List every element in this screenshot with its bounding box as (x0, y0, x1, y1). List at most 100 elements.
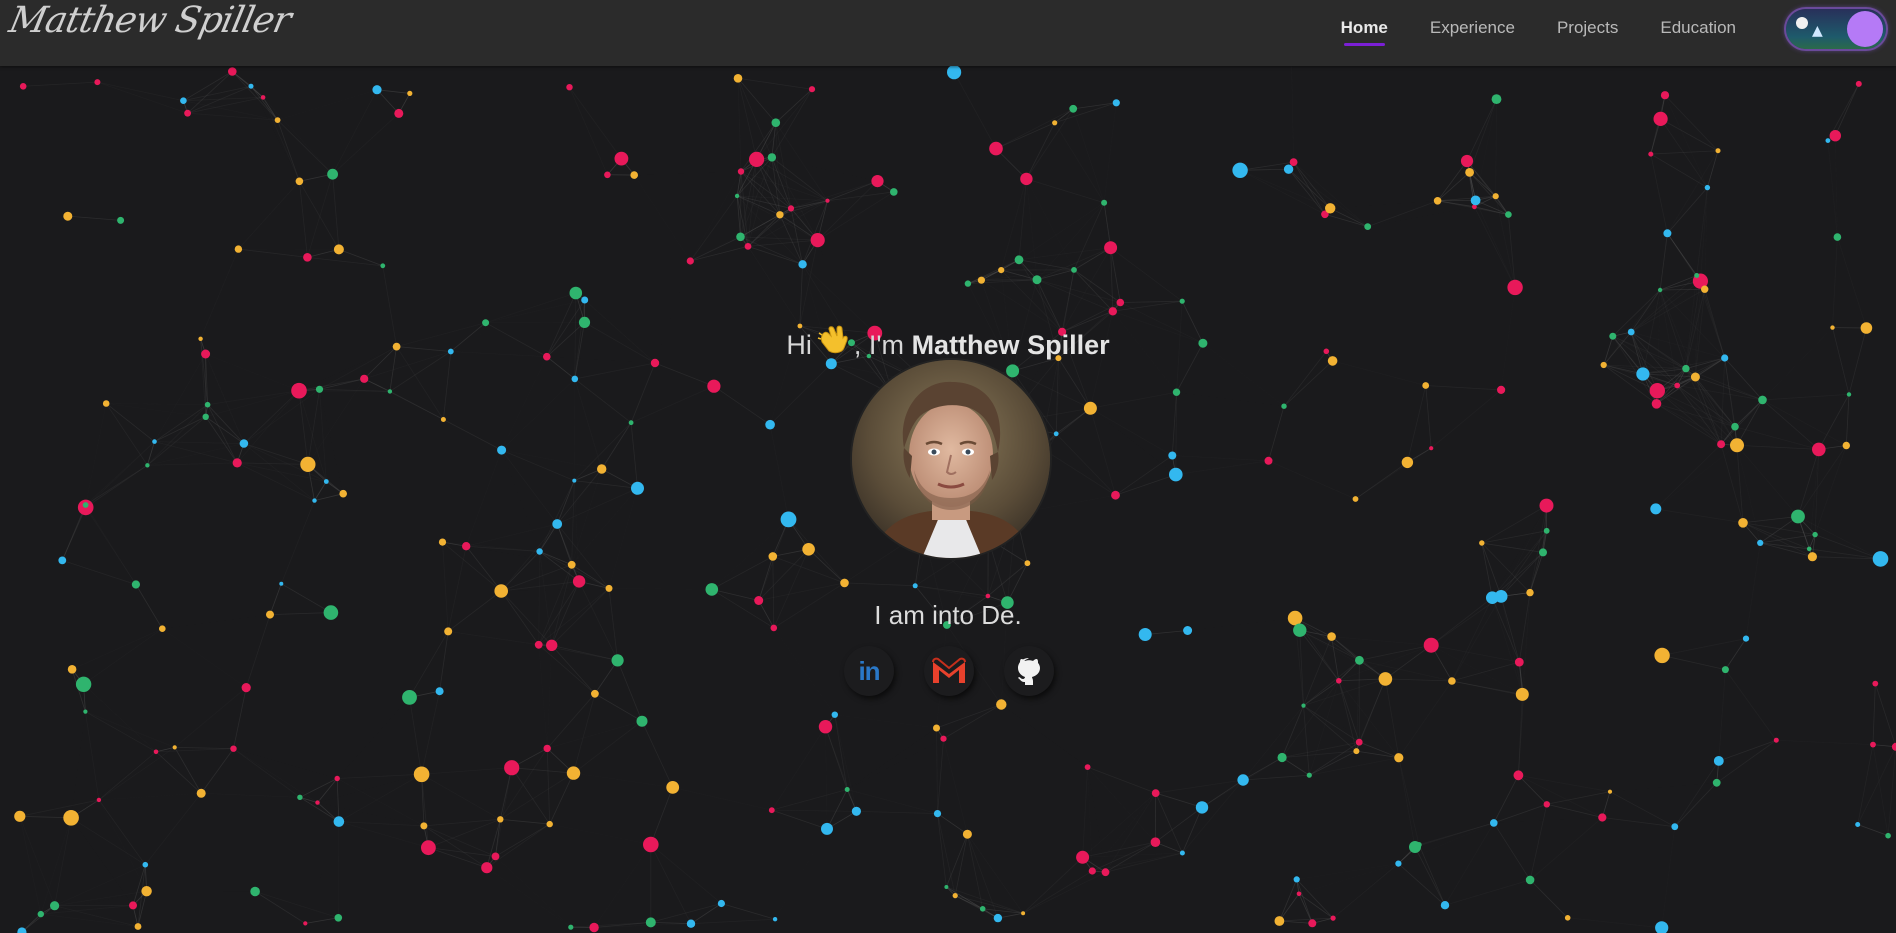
particle-dot (438, 538, 447, 546)
particle-dot (1020, 172, 1033, 186)
particle-dot (1730, 438, 1744, 453)
particle-dot (1429, 446, 1434, 451)
particle-dot (180, 97, 187, 104)
particle-dot (954, 395, 960, 401)
particle-dot (447, 348, 454, 355)
particle-dot (611, 654, 624, 667)
particle-dot (1364, 223, 1372, 231)
particle-dot (204, 401, 211, 408)
particle-dot (825, 198, 830, 203)
particle-dot (19, 83, 27, 90)
particle-dot (1812, 531, 1818, 538)
particle-dot (420, 822, 428, 830)
particle-dot (1598, 813, 1607, 822)
particle-dot (871, 175, 884, 188)
particle-dot (131, 580, 140, 589)
particle-dot (1671, 823, 1679, 831)
particle-dot (172, 745, 177, 750)
particle-dot (1116, 298, 1125, 307)
particle-dot (840, 578, 849, 588)
particle-dot (497, 816, 504, 823)
particle-dot (1101, 199, 1108, 206)
particle-dot (300, 456, 316, 472)
particle-dot (1654, 647, 1670, 664)
gmail-button[interactable] (924, 646, 974, 696)
particle-dot (1830, 325, 1835, 330)
particle-dot (1690, 372, 1700, 382)
particle-dot (1053, 431, 1059, 437)
linkedin-button[interactable]: in (844, 646, 894, 696)
particle-dot (462, 542, 471, 551)
particle-dot (1492, 193, 1499, 200)
particle-dot (825, 358, 837, 370)
particle-dot (141, 886, 152, 897)
particle-dot (933, 724, 940, 732)
site-logo[interactable]: Matthew Spiller (6, 0, 294, 41)
particle-dot (1002, 420, 1009, 427)
particle-dot (636, 715, 648, 727)
particle-dot (1448, 677, 1456, 685)
particle-dot (1855, 80, 1862, 87)
github-button[interactable] (1004, 646, 1054, 696)
particle-dot (765, 419, 775, 430)
page: Matthew Spiller Home Experience Projects… (0, 0, 1896, 933)
particle-dot (1682, 364, 1690, 373)
particle-dot (943, 621, 951, 629)
particle-dot (37, 910, 44, 918)
particle-dot (134, 923, 142, 930)
theme-toggle[interactable]: ▲ (1786, 9, 1886, 49)
particle-dot (1283, 164, 1294, 174)
particle-dot (75, 676, 92, 692)
particle-dot (1024, 560, 1031, 567)
particle-dot (977, 276, 986, 284)
particle-dot (772, 917, 778, 922)
particle-dot (1490, 819, 1498, 827)
particle-dot (1505, 211, 1512, 218)
nav-link-education[interactable]: Education (1660, 18, 1736, 38)
particle-dot (315, 800, 320, 805)
particle-dot (1564, 915, 1571, 921)
particle-dot (1172, 388, 1181, 396)
particle-dot (866, 353, 872, 359)
particle-dot (536, 548, 543, 555)
particle-dot (686, 257, 694, 265)
particle-dot (1497, 385, 1506, 394)
particle-dot (1052, 120, 1058, 126)
particle-dot (1352, 496, 1359, 502)
particle-dot (1526, 588, 1534, 597)
particle-dot (1355, 738, 1363, 746)
particle-dot (14, 810, 26, 822)
particle-dot (1758, 395, 1767, 405)
particle-dot (184, 109, 192, 117)
particle-dot (947, 65, 962, 80)
particle-dot (1525, 875, 1535, 885)
particle-dot (1791, 509, 1805, 524)
particle-dot (787, 205, 795, 212)
particle-dot (291, 382, 307, 399)
particle-dot (1058, 327, 1067, 336)
particle-dot (998, 267, 1005, 274)
particle-dot (248, 83, 254, 89)
particle-dot (985, 593, 991, 599)
particle-dot (413, 766, 430, 783)
particle-dot (1083, 401, 1097, 415)
particle-dot (1232, 162, 1248, 178)
particle-dot (589, 922, 599, 933)
particle-dot (568, 924, 574, 930)
particle-dot (1757, 539, 1764, 547)
nav-link-experience[interactable]: Experience (1430, 18, 1515, 38)
particle-dot (962, 829, 972, 839)
particle-dot (102, 400, 110, 407)
particle-dot (1742, 635, 1750, 642)
particle-dot (993, 913, 1003, 923)
nav-link-projects[interactable]: Projects (1557, 18, 1618, 38)
particle-dot (1308, 919, 1317, 928)
particle-dot (1609, 332, 1617, 340)
nav-link-home[interactable]: Home (1341, 18, 1388, 46)
particle-dot (295, 177, 304, 186)
particle-dot (1738, 518, 1748, 528)
particle-dot (578, 316, 591, 328)
particle-dot (94, 79, 101, 86)
particle-dot (944, 885, 949, 889)
particle-dot (481, 862, 493, 874)
